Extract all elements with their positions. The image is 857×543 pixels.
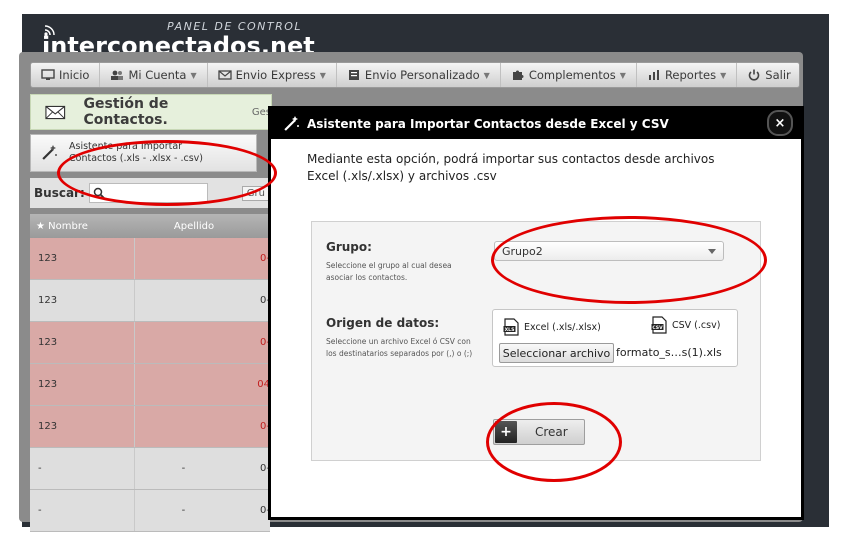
cell-phone: 0- xyxy=(260,421,270,432)
cell-nombre: - xyxy=(30,448,136,489)
cell-apellido xyxy=(135,364,231,405)
origen-help: Seleccione un archivo Excel ó CSV con lo… xyxy=(326,336,472,360)
highlight-ellipse-grupo xyxy=(491,216,767,304)
main-navbar: Inicio Mi Cuenta ▼ Envio Express ▼ Envio… xyxy=(30,62,800,88)
cell-phone: 0- xyxy=(260,463,270,474)
select-file-button[interactable]: Seleccionar archivo xyxy=(499,343,614,363)
envelope-icon xyxy=(45,105,66,119)
cell-nombre: 123 xyxy=(30,406,136,447)
excel-icon-text: XLS xyxy=(505,327,515,333)
magic-wand-icon xyxy=(284,116,299,131)
excel-option[interactable]: XLS Excel (.xls/.xlsx) xyxy=(503,318,601,336)
dialog-title: Asistente para Importar Contactos desde … xyxy=(307,117,669,131)
table-row[interactable]: - - 0- xyxy=(30,490,270,532)
nav-reportes[interactable]: Reportes ▼ xyxy=(637,63,738,87)
excel-option-label: Excel (.xls/.xlsx) xyxy=(524,321,601,333)
nav-envio-personalizado-label: Envio Personalizado xyxy=(364,68,480,82)
origen-label: Origen de datos: xyxy=(326,316,440,330)
header-apellido[interactable]: Apellido xyxy=(144,221,244,232)
cell-apellido: - xyxy=(181,463,186,474)
chevron-down-icon: ▼ xyxy=(190,70,197,80)
nav-inicio[interactable]: Inicio xyxy=(31,63,101,87)
nav-complementos-label: Complementos xyxy=(528,68,616,82)
table-row[interactable]: 123 0- xyxy=(30,322,270,364)
nav-salir-label: Salir xyxy=(765,68,791,82)
csv-file-icon: CSV xyxy=(651,316,667,334)
cell-phone: 0- xyxy=(260,337,270,348)
nav-envio-express-label: Envio Express xyxy=(235,68,316,82)
puzzle-icon xyxy=(512,70,524,80)
chevron-down-icon: ▼ xyxy=(319,70,326,80)
highlight-ellipse-wizard-tab xyxy=(57,140,277,206)
cell-apellido xyxy=(135,406,231,447)
contacts-table: ★ Nombre Apellido 123 0- 123 0- 123 0- 1… xyxy=(30,214,270,532)
table-row[interactable]: - - 0- xyxy=(30,448,270,490)
cell-apellido: - xyxy=(181,505,186,516)
nav-salir[interactable]: Salir xyxy=(737,63,800,87)
csv-icon-text: CSV xyxy=(652,325,663,331)
table-row[interactable]: 123 0- xyxy=(30,406,270,448)
origen-help-line2: los destinatarios separados por (,) o (;… xyxy=(326,349,473,358)
table-row[interactable]: 123 04 xyxy=(30,364,270,406)
grupo-label: Grupo: xyxy=(326,240,372,254)
header-nombre[interactable]: ★ Nombre xyxy=(30,221,144,232)
cell-apellido xyxy=(135,280,231,321)
dialog-intro-line1: Mediante esta opción, podrá importar sus… xyxy=(307,152,715,166)
origen-help-line1: Seleccione un archivo Excel ó CSV con xyxy=(326,337,471,346)
csv-option-label: CSV (.csv) xyxy=(672,319,721,331)
close-button[interactable]: × xyxy=(767,110,793,136)
chevron-down-icon: ▼ xyxy=(619,70,626,80)
chevron-down-icon: ▼ xyxy=(483,70,490,80)
nav-reportes-label: Reportes xyxy=(664,68,717,82)
user-group-icon xyxy=(111,70,124,80)
cell-phone: 0- xyxy=(260,295,270,306)
cell-phone: 0- xyxy=(260,253,270,264)
nav-mi-cuenta[interactable]: Mi Cuenta ▼ xyxy=(100,63,208,87)
cell-nombre: 123 xyxy=(30,280,136,321)
nav-envio-personalizado[interactable]: Envio Personalizado ▼ xyxy=(337,63,501,87)
nav-envio-express[interactable]: Envio Express ▼ xyxy=(208,63,337,87)
grupo-help: Seleccione el grupo al cual desea asocia… xyxy=(326,260,452,284)
cell-phone: 0- xyxy=(260,505,270,516)
monitor-icon xyxy=(41,69,55,80)
nav-inicio-label: Inicio xyxy=(59,68,90,82)
cell-apellido xyxy=(135,322,231,363)
table-row[interactable]: 123 0- xyxy=(30,238,270,280)
csv-option[interactable]: CSV CSV (.csv) xyxy=(651,316,720,334)
dialog-header: Asistente para Importar Contactos desde … xyxy=(271,109,801,139)
magic-wand-icon xyxy=(42,145,57,160)
nav-mi-cuenta-label: Mi Cuenta xyxy=(128,68,187,82)
cell-nombre: 123 xyxy=(30,364,136,405)
cell-nombre: - xyxy=(30,490,136,531)
data-source-box: XLS Excel (.xls/.xlsx) CSV CSV (.csv) Se… xyxy=(492,309,738,367)
table-header: ★ Nombre Apellido xyxy=(30,214,270,238)
envelope-icon xyxy=(217,70,232,80)
cell-nombre: 123 xyxy=(30,322,136,363)
chart-icon xyxy=(648,70,659,80)
dialog-intro: Mediante esta opción, podrá importar sus… xyxy=(307,151,727,185)
nav-complementos[interactable]: Complementos ▼ xyxy=(501,63,637,87)
document-icon xyxy=(348,70,359,80)
table-row[interactable]: 123 0- xyxy=(30,280,270,322)
cell-apellido xyxy=(135,238,231,279)
cell-nombre: 123 xyxy=(30,238,136,279)
highlight-ellipse-create xyxy=(486,402,622,482)
cell-phone: 04 xyxy=(257,379,270,390)
grupo-help-line2: asociar los contactos. xyxy=(326,273,408,282)
page-title-bar: Gestión de Contactos. Ges xyxy=(30,94,272,130)
grupo-help-line1: Seleccione el grupo al cual desea xyxy=(326,261,452,270)
selected-file-name: formato_s…s(1).xls xyxy=(616,346,722,359)
excel-file-icon: XLS xyxy=(503,318,519,336)
dialog-intro-line2: Excel (.xls/.xlsx) y archivos .csv xyxy=(307,169,497,183)
power-icon xyxy=(749,69,760,81)
chevron-down-icon: ▼ xyxy=(720,70,727,80)
page-title: Gestión de Contactos. xyxy=(83,96,169,128)
